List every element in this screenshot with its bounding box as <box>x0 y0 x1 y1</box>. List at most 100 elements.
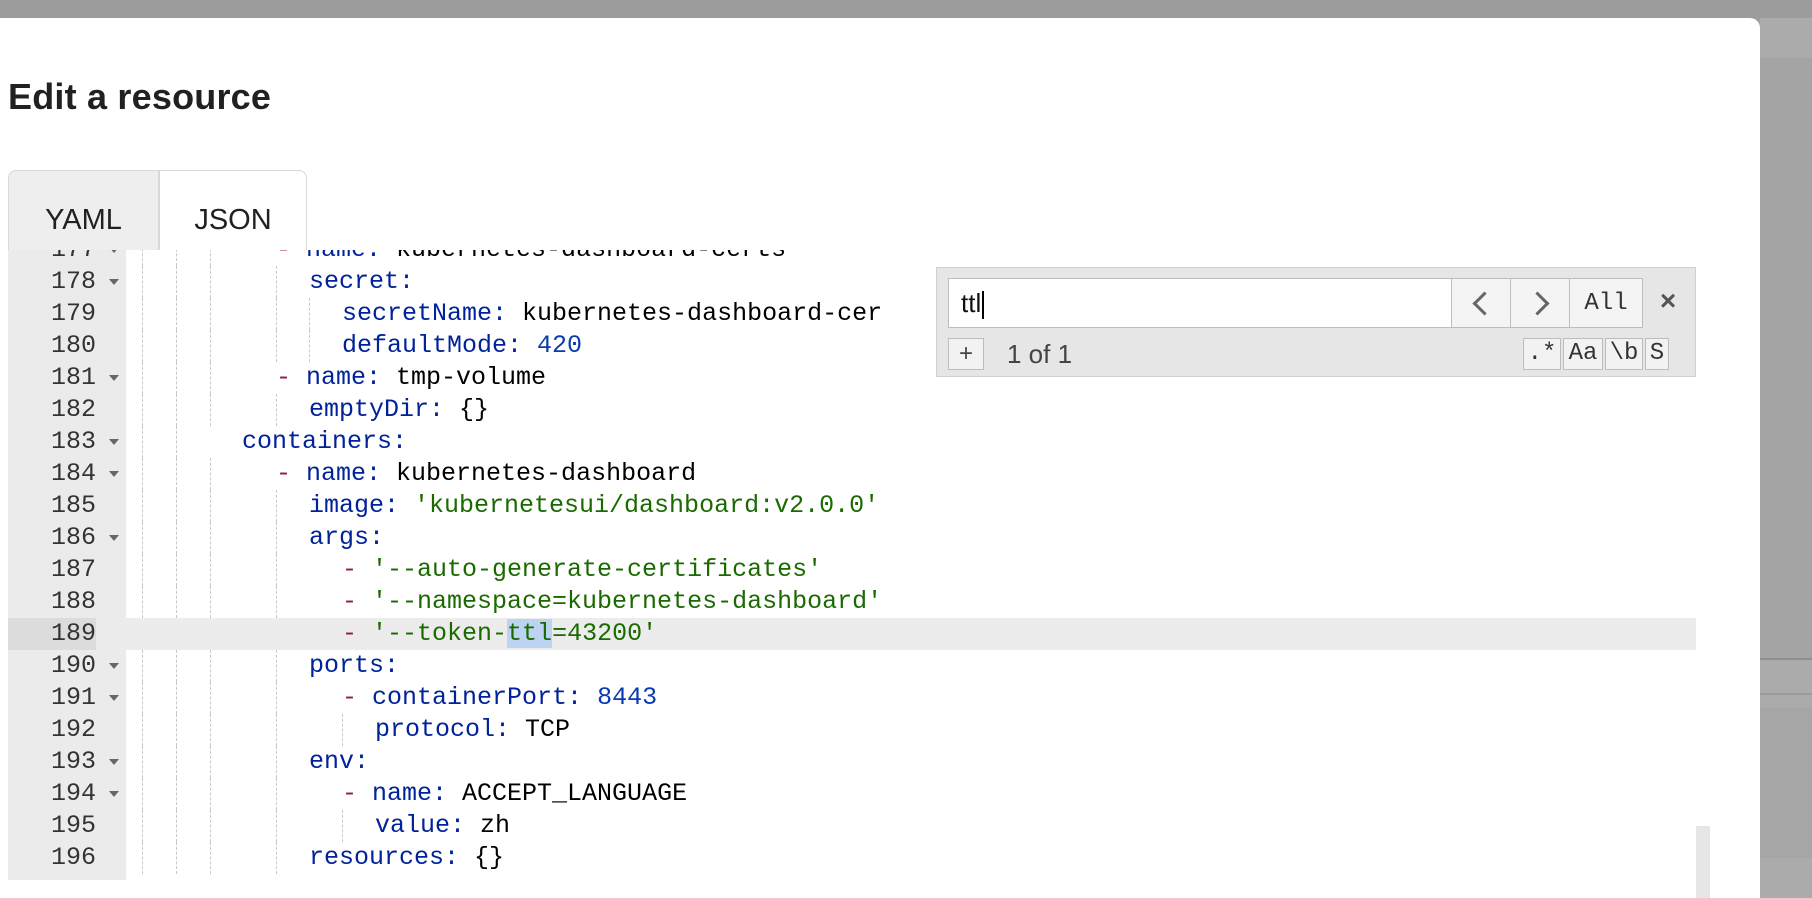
line-number: 180 <box>50 331 96 360</box>
indent-guide <box>176 362 177 394</box>
code-text: env: <box>309 747 370 776</box>
chevron-left-icon <box>1471 290 1497 316</box>
indent-guide <box>210 298 211 330</box>
indent-guide <box>142 490 143 522</box>
fold-arrow-icon[interactable] <box>109 791 119 797</box>
indent-guide <box>176 714 177 746</box>
indent-guide <box>142 554 143 586</box>
fold-arrow-icon[interactable] <box>109 250 119 253</box>
code-text: - name: ACCEPT_LANGUAGE <box>342 779 688 808</box>
indent-guide <box>210 810 211 842</box>
indent-guide <box>210 682 211 714</box>
line-number: 192 <box>50 715 96 744</box>
indent-guide <box>176 426 177 458</box>
indent-guide <box>176 810 177 842</box>
indent-guide <box>142 810 143 842</box>
find-next-button[interactable] <box>1510 278 1570 328</box>
indent-guide <box>276 586 277 618</box>
indent-guide <box>142 426 143 458</box>
code-text: secretName: kubernetes-dashboard-cer <box>342 299 883 328</box>
code-text: defaultMode: 420 <box>342 331 583 360</box>
fold-arrow-icon[interactable] <box>109 375 119 381</box>
code-text: - name: kubernetes-dashboard-certs <box>276 250 786 266</box>
fold-arrow-icon[interactable] <box>109 471 119 477</box>
indent-guide <box>276 842 277 874</box>
code-line: 186 args: <box>8 522 1696 554</box>
indent-guide <box>142 778 143 810</box>
indent-guide <box>276 394 277 426</box>
code-line: 194 - name: ACCEPT_LANGUAGE <box>8 778 1696 810</box>
indent-guide <box>276 682 277 714</box>
indent-guide <box>210 842 211 874</box>
fold-arrow-icon[interactable] <box>109 663 119 669</box>
line-number: 189 <box>8 618 96 650</box>
code-line: 193 env: <box>8 746 1696 778</box>
indent-guide <box>176 330 177 362</box>
indent-guide <box>276 746 277 778</box>
code-line: 184 - name: kubernetes-dashboard <box>8 458 1696 490</box>
fold-arrow-icon[interactable] <box>109 759 119 765</box>
indent-guide <box>142 746 143 778</box>
code-line: 196 resources: {} <box>8 842 1696 874</box>
indent-guide <box>276 490 277 522</box>
fold-arrow-icon[interactable] <box>109 695 119 701</box>
indent-guide <box>142 458 143 490</box>
code-line: 182 emptyDir: {} <box>8 394 1696 426</box>
code-line: 188 - '--namespace=kubernetes-dashboard' <box>8 586 1696 618</box>
fold-arrow-icon[interactable] <box>109 439 119 445</box>
code-text: - '--namespace=kubernetes-dashboard' <box>342 587 883 616</box>
indent-guide <box>276 266 277 298</box>
indent-guide <box>176 298 177 330</box>
code-text: - '--token-ttl=43200' <box>342 619 658 648</box>
indent-guide <box>342 810 343 842</box>
line-number: 188 <box>50 587 96 616</box>
indent-guide <box>176 266 177 298</box>
indent-guide <box>142 362 143 394</box>
fold-arrow-icon[interactable] <box>109 279 119 285</box>
indent-guide <box>276 810 277 842</box>
line-number: 177 <box>8 250 96 266</box>
replace-toggle-button[interactable]: + <box>948 338 984 370</box>
indent-guide <box>176 682 177 714</box>
indent-guide <box>276 330 277 362</box>
code-line-active: 189 - '--token-ttl=43200' <box>8 618 1696 650</box>
indent-guide <box>176 458 177 490</box>
code-text: args: <box>309 523 385 552</box>
code-text: - containerPort: 8443 <box>342 683 658 712</box>
indent-guide <box>210 250 211 266</box>
close-icon[interactable]: × <box>1653 286 1683 316</box>
code-text: protocol: TCP <box>375 715 571 744</box>
regex-option-button[interactable]: .* <box>1523 338 1561 370</box>
code-line: 190 ports: <box>8 650 1696 682</box>
indent-guide <box>210 714 211 746</box>
indent-guide <box>342 714 343 746</box>
indent-guide <box>176 746 177 778</box>
code-text: resources: {} <box>309 843 505 872</box>
search-input[interactable]: ttl <box>948 278 1452 328</box>
search-in-selection-button[interactable]: S <box>1645 338 1669 370</box>
indent-guide <box>210 394 211 426</box>
indent-guide <box>176 586 177 618</box>
search-match-highlight: ttl <box>507 619 553 648</box>
indent-guide <box>309 330 310 362</box>
indent-guide <box>276 714 277 746</box>
indent-guide <box>176 522 177 554</box>
case-sensitive-option-button[interactable]: Aa <box>1563 338 1603 370</box>
indent-guide <box>210 458 211 490</box>
find-all-button[interactable]: All <box>1569 278 1643 328</box>
indent-guide <box>210 554 211 586</box>
code-line: 183 containers: <box>8 426 1696 458</box>
fold-arrow-icon[interactable] <box>109 535 119 541</box>
code-text: - name: kubernetes-dashboard <box>276 459 697 488</box>
indent-guide <box>142 650 143 682</box>
indent-guide <box>276 554 277 586</box>
indent-guide <box>142 842 143 874</box>
whole-word-option-button[interactable]: \b <box>1605 338 1643 370</box>
line-number: 184 <box>50 459 96 488</box>
find-previous-button[interactable] <box>1451 278 1511 328</box>
editor-scrollbar[interactable] <box>1696 826 1710 898</box>
indent-guide <box>210 330 211 362</box>
chevron-right-icon <box>1524 290 1550 316</box>
indent-guide <box>210 266 211 298</box>
code-text: secret: <box>309 267 415 296</box>
